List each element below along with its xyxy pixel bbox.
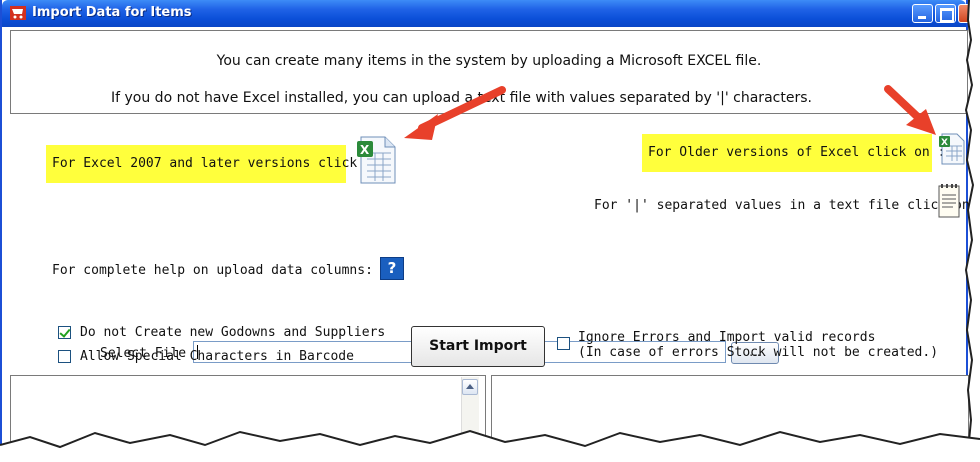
cart-icon [10,6,26,20]
ignore-errors-label: Ignore Errors and Import valid records [578,330,876,345]
info-line-1: You can create many items in the system … [216,53,762,69]
no-create-label: Do not Create new Godowns and Suppliers [80,325,386,340]
help-label: For complete help on upload data columns… [52,263,373,278]
window-title: Import Data for Items [32,5,192,20]
excel2007-label: For Excel 2007 and later versions click … [46,145,389,183]
older-excel-label: For Older versions of Excel click on : [642,134,945,172]
arrow-left-icon [404,86,506,140]
ignore-errors-checkbox[interactable] [557,337,570,350]
help-button[interactable]: ? [380,257,404,280]
scroll-up-icon[interactable] [462,379,478,395]
ignore-errors-note: (In case of errors Stock will not be cre… [578,345,939,360]
maximize-button[interactable] [935,4,956,23]
minimize-button[interactable] [912,4,933,23]
text-file-label: For '|' separated values in a text file … [594,198,980,213]
no-create-checkbox[interactable] [58,326,71,339]
start-import-button[interactable]: Start Import [411,326,545,367]
svg-text:X: X [360,143,370,157]
torn-edge-bottom [0,429,980,462]
excel-2007-icon[interactable]: X [357,135,397,185]
arrow-right-icon [884,85,936,135]
special-chars-label: Allow Special Characters in Barcode [80,349,354,364]
special-chars-checkbox[interactable] [58,350,71,363]
import-window: Import Data for Items You can create man… [0,0,980,462]
svg-text:X: X [941,138,948,148]
title-bar: Import Data for Items [2,0,972,27]
torn-edge-right [964,0,980,462]
